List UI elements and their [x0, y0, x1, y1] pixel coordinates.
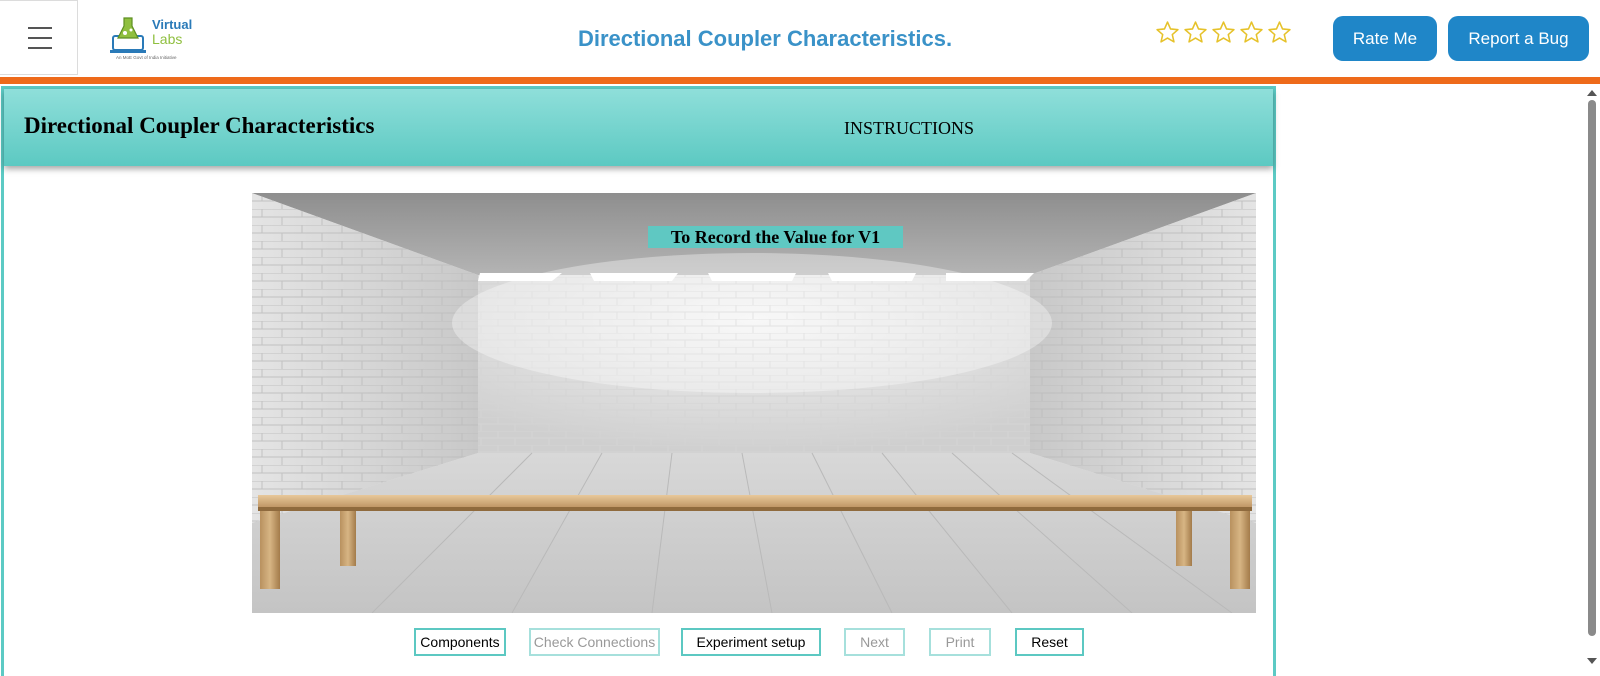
menu-button[interactable] — [0, 0, 78, 75]
star-icon[interactable] — [1267, 20, 1292, 45]
room-background — [252, 193, 1256, 613]
flask-laptop-icon — [110, 17, 146, 53]
scroll-up-icon[interactable] — [1587, 90, 1597, 96]
components-button[interactable]: Components — [414, 628, 506, 656]
page-title: Directional Coupler Characteristics. — [577, 26, 953, 51]
top-header: Virtual Labs An MoE Govt of India Initia… — [0, 0, 1600, 77]
check-connections-button[interactable]: Check Connections — [529, 628, 660, 656]
scene-step-label: To Record the Value for V1 — [648, 226, 903, 248]
rating-stars — [1155, 20, 1292, 46]
star-icon[interactable] — [1211, 20, 1236, 45]
next-button[interactable]: Next — [844, 628, 905, 656]
header-divider — [0, 77, 1600, 84]
scroll-down-icon[interactable] — [1587, 658, 1597, 664]
star-icon[interactable] — [1239, 20, 1264, 45]
rate-me-button[interactable]: Rate Me — [1333, 16, 1437, 61]
virtual-labs-logo[interactable]: Virtual Labs An MoE Govt of India Initia… — [110, 12, 202, 62]
logo-name: Virtual — [152, 17, 193, 32]
experiment-scene[interactable]: To Record the Value for V1 — [252, 193, 1256, 613]
lab-header: Directional Coupler Characteristics INST… — [4, 89, 1273, 166]
print-button[interactable]: Print — [929, 628, 991, 656]
star-icon[interactable] — [1155, 20, 1180, 45]
logo-text: Virtual Labs — [152, 17, 193, 47]
scroll-thumb[interactable] — [1588, 100, 1596, 636]
experiment-setup-button[interactable]: Experiment setup — [681, 628, 821, 656]
hamburger-icon-line — [28, 47, 52, 49]
reset-button[interactable]: Reset — [1015, 628, 1084, 656]
hamburger-icon-line — [28, 37, 52, 39]
lab-frame: Directional Coupler Characteristics INST… — [1, 86, 1276, 676]
report-bug-button[interactable]: Report a Bug — [1448, 16, 1589, 61]
instructions-link[interactable]: INSTRUCTIONS — [844, 118, 974, 139]
star-icon[interactable] — [1183, 20, 1208, 45]
hamburger-icon-line — [28, 27, 52, 29]
page-scrollbar[interactable] — [1584, 86, 1600, 668]
logo-tagline: An MoE Govt of India Initiative — [116, 55, 177, 60]
lab-title: Directional Coupler Characteristics — [24, 113, 375, 138]
logo-sub: Labs — [152, 31, 183, 47]
